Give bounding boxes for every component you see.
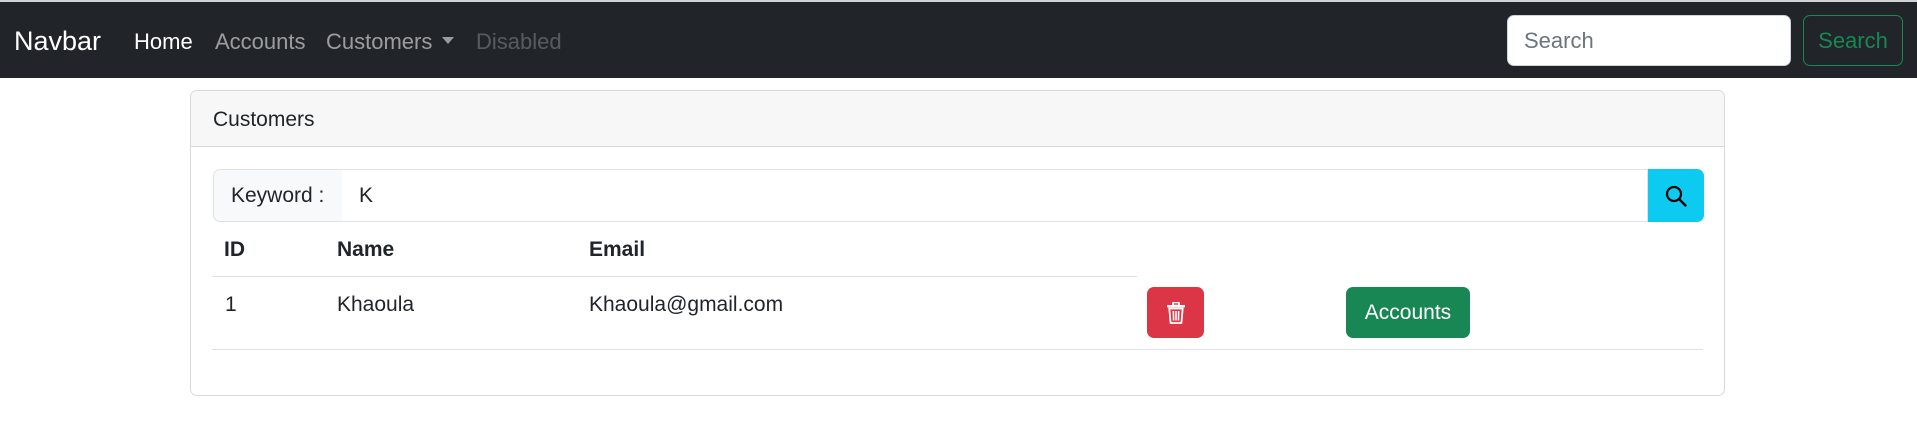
cell-name: Khaoula: [337, 293, 415, 316]
customer-accounts-button[interactable]: Accounts: [1346, 287, 1470, 338]
column-header-id: ID: [224, 238, 245, 261]
navbar-search-input[interactable]: [1507, 15, 1791, 66]
keyword-input[interactable]: [342, 169, 1648, 222]
nav-link-accounts[interactable]: Accounts: [215, 29, 306, 55]
navbar: Navbar Home Accounts Customers Disabled …: [0, 2, 1917, 78]
navbar-brand[interactable]: Navbar: [14, 26, 101, 56]
nav-dropdown-customers-label: Customers: [326, 29, 433, 54]
card-title: Customers: [213, 108, 315, 131]
navbar-search-button[interactable]: Search: [1803, 15, 1903, 66]
keyword-search-button[interactable]: [1648, 169, 1704, 222]
table-header-divider: [212, 276, 1137, 277]
nav-link-disabled: Disabled: [476, 29, 562, 54]
column-header-email: Email: [589, 238, 646, 261]
table-row-divider: [212, 349, 1703, 350]
keyword-search-group: Keyword :: [213, 169, 1704, 222]
column-header-name: Name: [337, 238, 395, 261]
cell-email: Khaoula@gmail.com: [589, 293, 784, 316]
customers-card: Customers Keyword :: [190, 90, 1725, 396]
search-icon: [1665, 185, 1687, 207]
nav-link-home[interactable]: Home: [134, 29, 193, 55]
keyword-label: Keyword :: [213, 169, 343, 222]
card-header: Customers: [191, 91, 1724, 147]
trash-icon: [1166, 301, 1185, 324]
nav-dropdown-customers[interactable]: Customers: [326, 29, 455, 55]
caret-down-icon: [442, 36, 455, 44]
cell-id: 1: [225, 293, 237, 316]
delete-customer-button[interactable]: [1147, 287, 1204, 338]
